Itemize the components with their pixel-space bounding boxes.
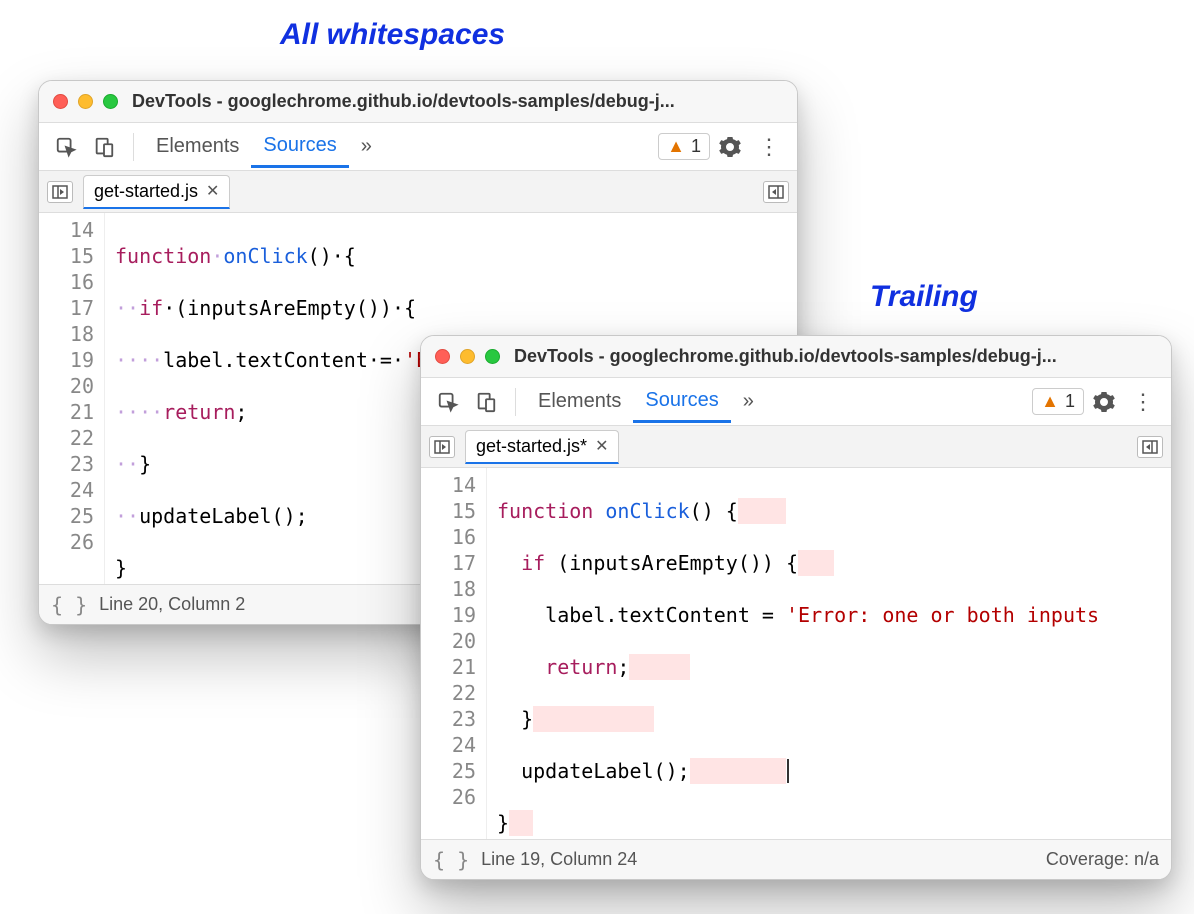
line-gutter: 14151617181920212223242526 xyxy=(421,468,487,839)
window-title: DevTools - googlechrome.github.io/devtoo… xyxy=(514,346,1157,367)
cursor-position: Line 19, Column 24 xyxy=(481,849,637,870)
devtools-toolbar: Elements Sources » ▲1 ⋮ xyxy=(421,378,1171,426)
caption-trailing: Trailing xyxy=(870,280,978,314)
caption-all-whitespaces: All whitespaces xyxy=(280,18,505,52)
file-tabbar: get-started.js ✕ xyxy=(39,171,797,213)
warnings-badge[interactable]: ▲1 xyxy=(1032,388,1084,415)
minimize-icon[interactable] xyxy=(460,349,475,364)
tab-elements[interactable]: Elements xyxy=(144,127,251,166)
tab-more[interactable]: » xyxy=(349,127,384,166)
line-gutter: 14151617181920212223242526 xyxy=(39,213,105,584)
gear-icon[interactable] xyxy=(710,131,750,163)
warning-icon: ▲ xyxy=(1041,391,1059,412)
warning-count: 1 xyxy=(691,136,701,157)
tab-more[interactable]: » xyxy=(731,382,766,421)
tab-elements[interactable]: Elements xyxy=(526,382,633,421)
code-body[interactable]: function onClick() { if (inputsAreEmpty(… xyxy=(487,468,1171,839)
file-tab-label: get-started.js xyxy=(94,181,198,202)
warning-icon: ▲ xyxy=(667,136,685,157)
separator xyxy=(133,133,134,161)
zoom-icon[interactable] xyxy=(485,349,500,364)
cursor-position: Line 20, Column 2 xyxy=(99,594,245,615)
zoom-icon[interactable] xyxy=(103,94,118,109)
traffic-lights xyxy=(435,349,500,364)
tab-sources[interactable]: Sources xyxy=(633,381,730,423)
statusbar: { } Line 19, Column 24 Coverage: n/a xyxy=(421,839,1171,879)
inspect-icon[interactable] xyxy=(47,132,85,162)
inspect-icon[interactable] xyxy=(429,387,467,417)
kebab-menu-icon[interactable]: ⋮ xyxy=(1124,385,1163,419)
navigator-toggle-icon[interactable] xyxy=(429,436,455,458)
gear-icon[interactable] xyxy=(1084,386,1124,418)
warnings-badge[interactable]: ▲1 xyxy=(658,133,710,160)
devtools-window-right: DevTools - googlechrome.github.io/devtoo… xyxy=(420,335,1172,880)
warning-count: 1 xyxy=(1065,391,1075,412)
device-toggle-icon[interactable] xyxy=(85,132,123,162)
debugger-toggle-icon[interactable] xyxy=(763,181,789,203)
minimize-icon[interactable] xyxy=(78,94,93,109)
file-tab-label: get-started.js* xyxy=(476,436,587,457)
text-cursor xyxy=(787,759,801,783)
titlebar[interactable]: DevTools - googlechrome.github.io/devtoo… xyxy=(421,336,1171,378)
tab-sources[interactable]: Sources xyxy=(251,126,348,168)
separator xyxy=(515,388,516,416)
coverage-status: Coverage: n/a xyxy=(1046,849,1159,870)
file-tabbar: get-started.js* ✕ xyxy=(421,426,1171,468)
code-editor[interactable]: 14151617181920212223242526 function onCl… xyxy=(421,468,1171,839)
file-tab[interactable]: get-started.js ✕ xyxy=(83,175,230,209)
close-icon[interactable] xyxy=(435,349,450,364)
close-tab-icon[interactable]: ✕ xyxy=(595,436,608,456)
window-title: DevTools - googlechrome.github.io/devtoo… xyxy=(132,91,783,112)
close-tab-icon[interactable]: ✕ xyxy=(206,181,219,201)
traffic-lights xyxy=(53,94,118,109)
navigator-toggle-icon[interactable] xyxy=(47,181,73,203)
titlebar[interactable]: DevTools - googlechrome.github.io/devtoo… xyxy=(39,81,797,123)
pretty-print-icon[interactable]: { } xyxy=(433,848,469,872)
debugger-toggle-icon[interactable] xyxy=(1137,436,1163,458)
kebab-menu-icon[interactable]: ⋮ xyxy=(750,130,789,164)
devtools-toolbar: Elements Sources » ▲1 ⋮ xyxy=(39,123,797,171)
pretty-print-icon[interactable]: { } xyxy=(51,593,87,617)
device-toggle-icon[interactable] xyxy=(467,387,505,417)
file-tab[interactable]: get-started.js* ✕ xyxy=(465,430,619,464)
close-icon[interactable] xyxy=(53,94,68,109)
